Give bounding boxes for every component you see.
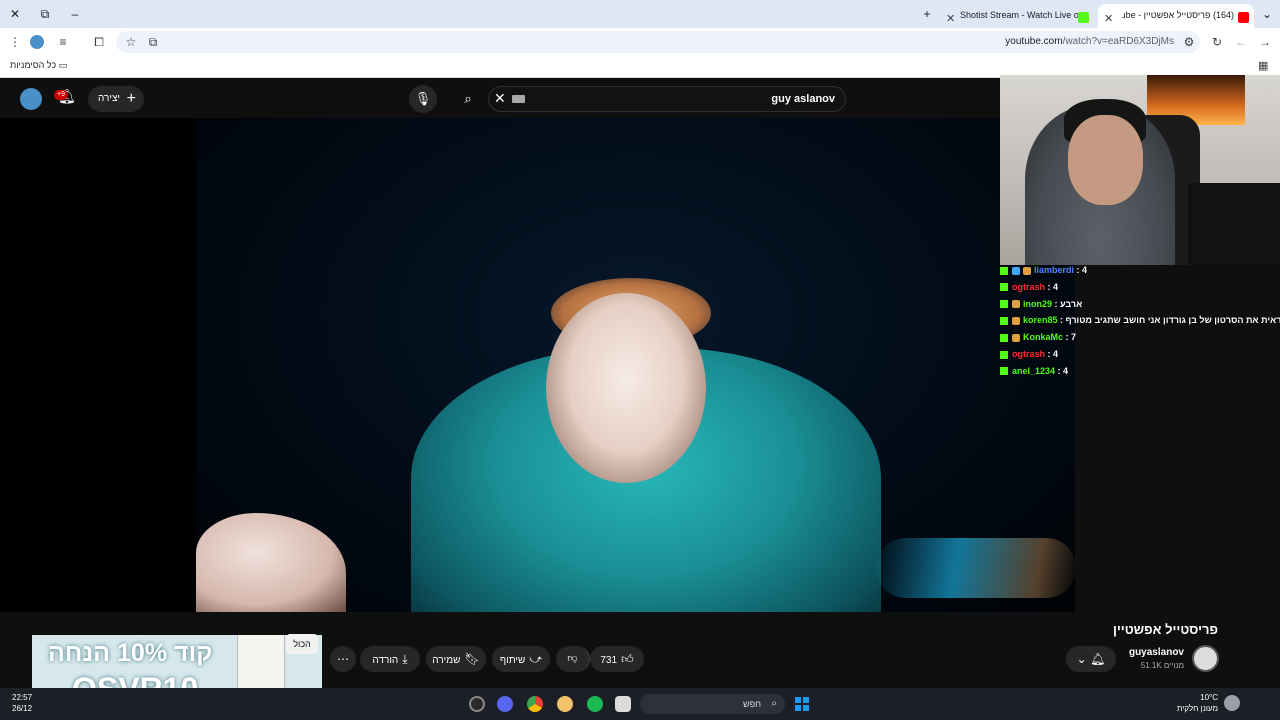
- tab-search-icon[interactable]: ⌄: [1258, 5, 1276, 23]
- reading-list-icon[interactable]: ≡: [54, 33, 72, 51]
- thumbs-down-icon: 👎︎: [567, 653, 578, 664]
- search-icon[interactable]: ⌕: [454, 85, 482, 113]
- video-title: פריסטייל אפשטיין: [1112, 622, 1218, 637]
- share-button[interactable]: שיתוף ⤻: [492, 646, 550, 672]
- chat-message: ogtrash : 4: [1000, 346, 1275, 363]
- more-actions-icon[interactable]: ⋯: [330, 646, 356, 672]
- bell-icon: 🔔︎: [1090, 652, 1106, 666]
- tab-shotist[interactable]: ✕ Shotist Stream - Watch Live on: [940, 4, 1095, 28]
- app-icon[interactable]: [469, 696, 485, 712]
- kick-icon: [1000, 300, 1008, 309]
- download-button[interactable]: הורדה ⤓: [360, 646, 420, 672]
- share-icon: ⤻: [529, 652, 543, 666]
- kick-favicon-icon: [1078, 12, 1089, 23]
- notifications-badge: +9: [54, 90, 68, 100]
- youtube-favicon-icon: [1238, 12, 1249, 23]
- restore-window-icon[interactable]: ⧉: [36, 5, 54, 23]
- taskbar-search-input[interactable]: חפש ⌕: [640, 694, 785, 714]
- bookmark-icon: 🔖︎: [464, 652, 480, 666]
- dislike-button[interactable]: 👎︎: [556, 646, 590, 672]
- streamer-head: [1068, 115, 1143, 205]
- url-text: youtube.com/watch?v=eaRD6X3DjMs: [1005, 36, 1174, 47]
- search-input[interactable]: guy aslanov: [488, 86, 846, 112]
- spotify-icon[interactable]: [587, 696, 603, 712]
- subscribed-button[interactable]: ⌄ 🔔︎: [1066, 646, 1116, 672]
- folder-icon: ▭: [58, 60, 68, 70]
- chrome-icon[interactable]: [527, 696, 543, 712]
- close-tab-icon[interactable]: ✕: [1104, 8, 1113, 28]
- browser-toolbar: youtube.com/watch?v=eaRD6X3DjMs: [0, 28, 1280, 56]
- extensions-icon[interactable]: ⧠: [90, 33, 108, 51]
- channel-name[interactable]: guyaslanov: [1129, 647, 1184, 658]
- cabinet: [1188, 183, 1280, 265]
- download-icon: ⤓: [402, 652, 408, 666]
- back-icon[interactable]: →: [1256, 33, 1274, 51]
- avatar[interactable]: [20, 88, 42, 110]
- video-frame-hand: [196, 513, 346, 612]
- close-tab-icon[interactable]: ✕: [946, 8, 955, 28]
- save-button[interactable]: שמירה 🔖︎: [426, 646, 486, 672]
- kick-icon: [1000, 367, 1008, 376]
- subscriber-count: 51.1K מנויים: [1140, 661, 1184, 670]
- file-explorer-icon[interactable]: [615, 696, 631, 712]
- emote-icon: [1012, 266, 1020, 275]
- stream-chat: liamberdi : 4 ogtrash : 4 inon29 : ארבע …: [1000, 262, 1280, 380]
- tab-title: Shotist Stream - Watch Live on: [960, 10, 1084, 20]
- kick-icon: [1000, 333, 1008, 342]
- app-icon[interactable]: [557, 696, 573, 712]
- search-icon: ⌕: [771, 698, 777, 709]
- video-player[interactable]: [196, 118, 1075, 612]
- clear-search-icon[interactable]: ✕: [494, 90, 506, 107]
- create-button[interactable]: יצירה +: [88, 86, 144, 112]
- forward-icon[interactable]: ←: [1232, 33, 1250, 51]
- plus-icon: +: [126, 90, 136, 107]
- tab-title: (164) פריסטייל אפשטיין - YouTube: [1122, 10, 1234, 20]
- address-bar[interactable]: youtube.com/watch?v=eaRD6X3DjMs: [116, 31, 1200, 53]
- chat-message: ogtrash : 4: [1000, 279, 1275, 296]
- browser-tabstrip: ✕ ⧉ – + ✕ Shotist Stream - Watch Live on…: [0, 0, 1280, 28]
- chip-all[interactable]: הכול: [286, 634, 318, 654]
- kick-icon: [1000, 266, 1008, 275]
- emote-icon: [1012, 300, 1020, 309]
- taskbar-clock[interactable]: 22:57 26/12: [12, 692, 32, 714]
- emote-icon: [1012, 317, 1020, 326]
- menu-icon[interactable]: ⋮: [6, 33, 24, 51]
- video-frame-face: [546, 293, 706, 483]
- close-window-icon[interactable]: ✕: [6, 5, 24, 23]
- emote-icon: [1012, 333, 1020, 342]
- voice-search-icon[interactable]: 🎙︎: [409, 85, 437, 113]
- thumbs-up-icon: 👍︎: [621, 652, 634, 666]
- video-frame-light-streak: [876, 538, 1075, 598]
- discord-icon[interactable]: [497, 696, 513, 712]
- weather-icon: [1224, 695, 1240, 711]
- channel-avatar[interactable]: [1192, 645, 1219, 672]
- all-bookmarks-link[interactable]: כל הסימניות ▭: [10, 60, 67, 71]
- cast-icon[interactable]: ⧉: [144, 33, 162, 51]
- new-tab-icon[interactable]: +: [918, 5, 936, 23]
- reload-icon[interactable]: ↻: [1208, 33, 1226, 51]
- chat-message: liamberdi : 4: [1000, 262, 1275, 279]
- site-settings-icon[interactable]: ⚙: [1180, 33, 1198, 51]
- emote-icon: [1023, 266, 1031, 275]
- kick-icon: [1000, 317, 1008, 326]
- chat-message: koren85 : ראית את הסרטון של בן גורדון אנ…: [1000, 312, 1280, 329]
- bookmark-star-icon[interactable]: ☆: [122, 33, 140, 51]
- kick-icon: [1000, 350, 1008, 359]
- chat-message: anel_1234 : 4: [1000, 363, 1275, 380]
- chat-message: KonkaMc : 7: [1000, 329, 1275, 346]
- webcam-overlay: [1000, 75, 1280, 265]
- chat-message: inon29 : ארבע: [1000, 296, 1275, 313]
- windows-start-icon[interactable]: [795, 697, 809, 711]
- apps-grid-icon[interactable]: ▦: [1258, 59, 1268, 72]
- minimize-window-icon[interactable]: –: [66, 5, 84, 23]
- profile-icon[interactable]: [30, 35, 44, 49]
- tab-youtube[interactable]: ✕ (164) פריסטייל אפשטיין - YouTube: [1098, 4, 1254, 28]
- ad-headline: קוד 10% הנחה: [48, 639, 213, 667]
- chevron-down-icon: ⌄: [1076, 652, 1087, 666]
- keyboard-icon[interactable]: [512, 95, 525, 103]
- like-button[interactable]: 731 👍︎: [590, 646, 644, 672]
- kick-icon: [1000, 283, 1008, 292]
- taskbar-weather[interactable]: 10°C מעונן חלקית: [1177, 692, 1218, 714]
